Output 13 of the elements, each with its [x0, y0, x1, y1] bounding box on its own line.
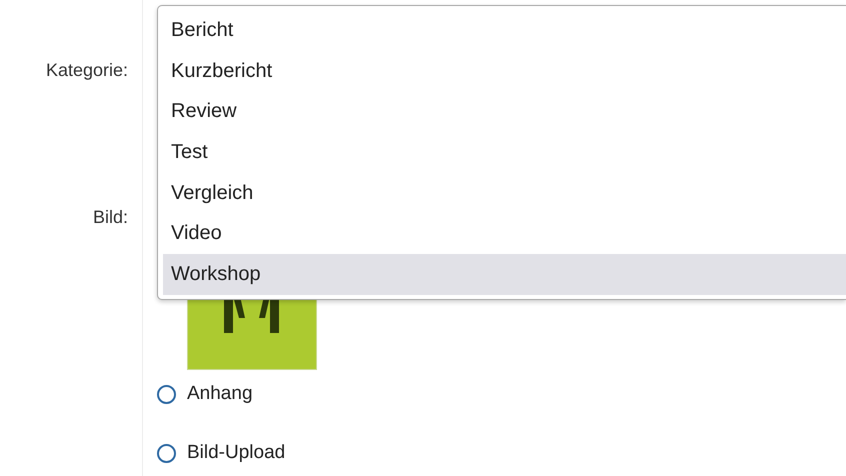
radio-label: Anhang: [187, 383, 253, 405]
dropdown-option[interactable]: Review: [163, 91, 846, 132]
field-label: Kategorie:: [46, 60, 128, 81]
dropdown-option[interactable]: Workshop: [163, 254, 846, 295]
dropdown-option[interactable]: Vergleich: [163, 172, 846, 214]
field-label: Bild:: [92, 207, 128, 228]
dropdown-option[interactable]: Kurzbericht: [163, 50, 846, 92]
dropdown-option[interactable]: Bericht: [163, 10, 846, 51]
dropdown-option[interactable]: Test: [163, 132, 846, 173]
radio-button[interactable]: [157, 444, 176, 462]
radio-button[interactable]: [157, 384, 176, 404]
radio-label: Bild-Upload: [187, 442, 286, 464]
dropdown-option[interactable]: Video: [163, 213, 846, 254]
